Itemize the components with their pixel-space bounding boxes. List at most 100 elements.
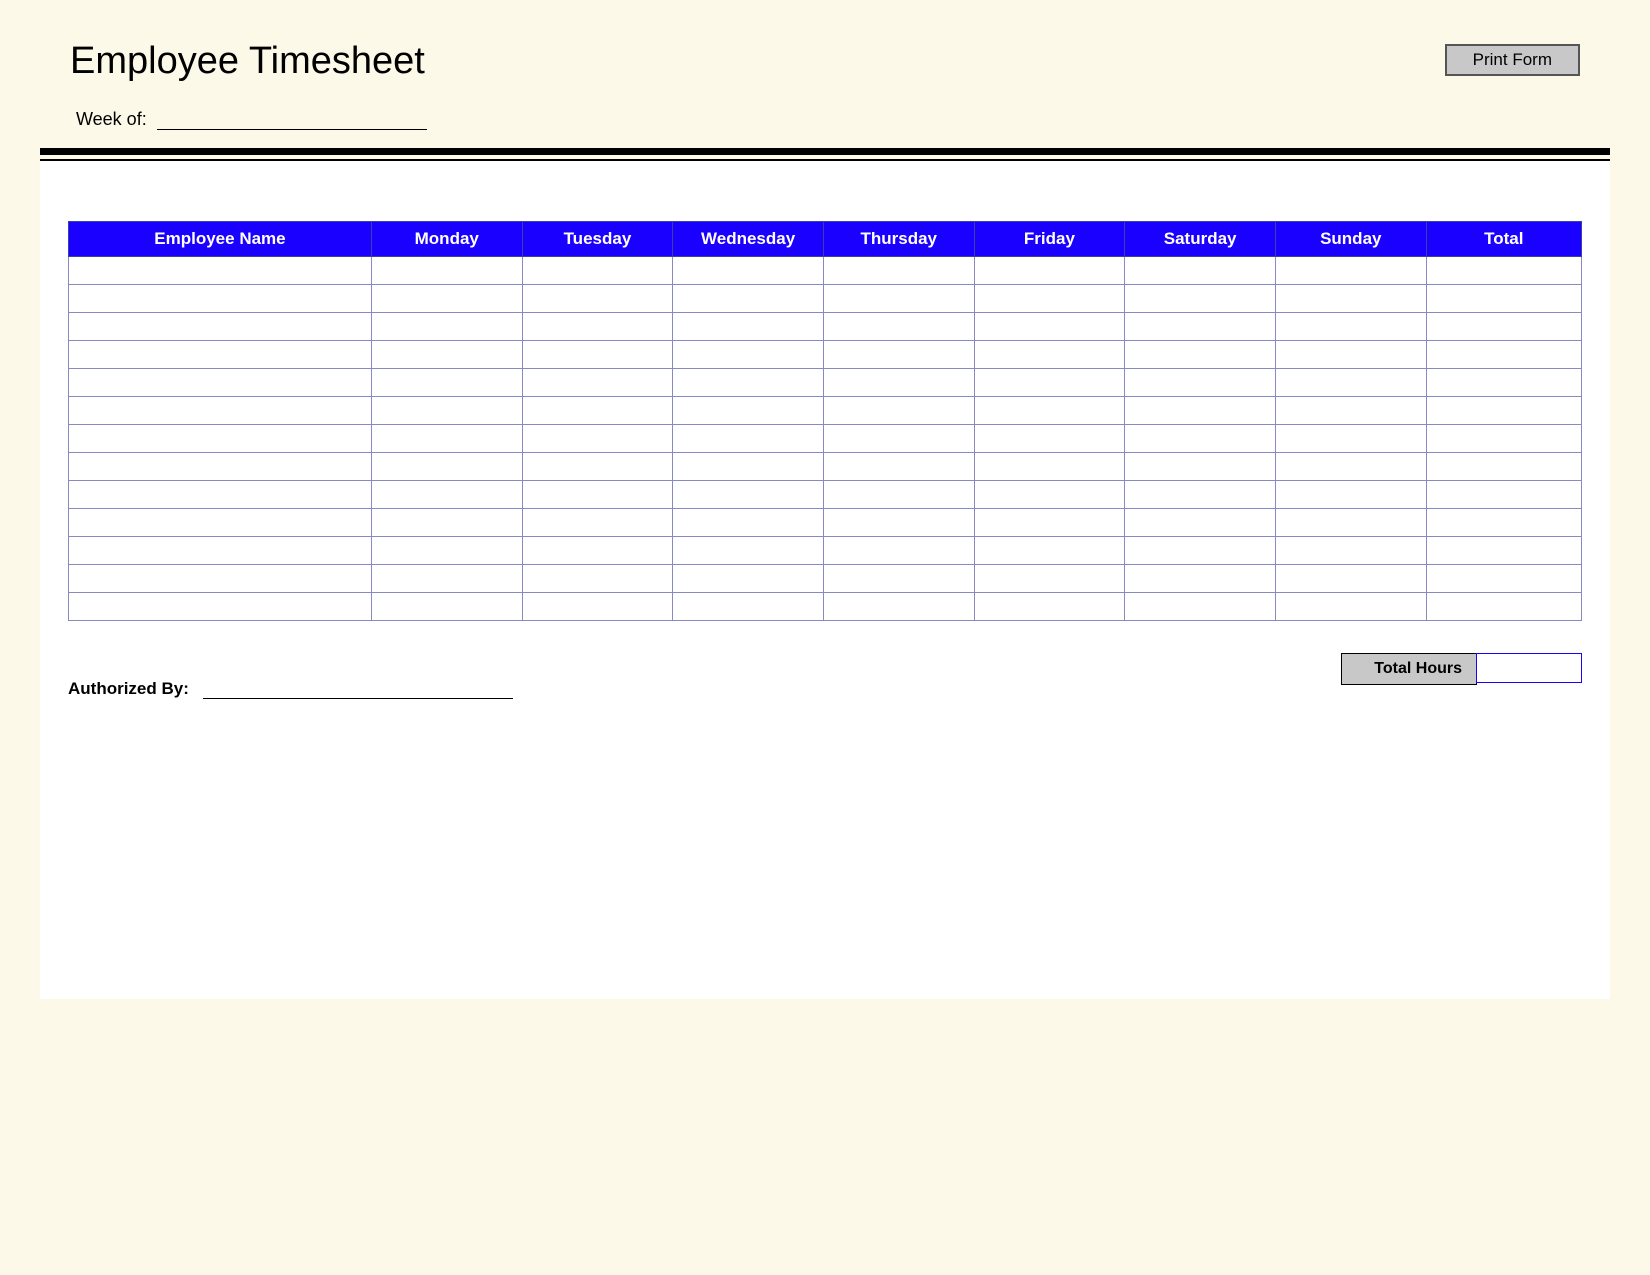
cell-sat[interactable]	[1125, 536, 1276, 564]
cell-mon[interactable]	[371, 256, 522, 284]
cell-tue[interactable]	[522, 536, 673, 564]
cell-tue[interactable]	[522, 368, 673, 396]
week-of-input[interactable]	[157, 110, 427, 130]
cell-total[interactable]	[1426, 592, 1581, 620]
cell-fri[interactable]	[974, 480, 1125, 508]
cell-sat[interactable]	[1125, 312, 1276, 340]
cell-wed[interactable]	[673, 368, 824, 396]
cell-tue[interactable]	[522, 592, 673, 620]
cell-wed[interactable]	[673, 284, 824, 312]
cell-tue[interactable]	[522, 508, 673, 536]
cell-total[interactable]	[1426, 424, 1581, 452]
cell-wed[interactable]	[673, 256, 824, 284]
cell-wed[interactable]	[673, 424, 824, 452]
cell-total[interactable]	[1426, 396, 1581, 424]
cell-total[interactable]	[1426, 312, 1581, 340]
cell-mon[interactable]	[371, 340, 522, 368]
cell-sun[interactable]	[1275, 508, 1426, 536]
cell-thu[interactable]	[823, 508, 974, 536]
cell-sun[interactable]	[1275, 564, 1426, 592]
cell-fri[interactable]	[974, 368, 1125, 396]
cell-wed[interactable]	[673, 340, 824, 368]
cell-thu[interactable]	[823, 480, 974, 508]
cell-sat[interactable]	[1125, 368, 1276, 396]
cell-sun[interactable]	[1275, 396, 1426, 424]
authorized-by-input[interactable]	[203, 679, 513, 699]
cell-wed[interactable]	[673, 508, 824, 536]
cell-sun[interactable]	[1275, 256, 1426, 284]
cell-sat[interactable]	[1125, 256, 1276, 284]
cell-sat[interactable]	[1125, 592, 1276, 620]
cell-thu[interactable]	[823, 592, 974, 620]
cell-mon[interactable]	[371, 480, 522, 508]
cell-total[interactable]	[1426, 508, 1581, 536]
cell-mon[interactable]	[371, 424, 522, 452]
cell-fri[interactable]	[974, 508, 1125, 536]
cell-tue[interactable]	[522, 396, 673, 424]
cell-sun[interactable]	[1275, 368, 1426, 396]
cell-employee[interactable]	[69, 340, 372, 368]
cell-thu[interactable]	[823, 368, 974, 396]
cell-wed[interactable]	[673, 536, 824, 564]
cell-employee[interactable]	[69, 592, 372, 620]
cell-total[interactable]	[1426, 452, 1581, 480]
cell-wed[interactable]	[673, 396, 824, 424]
cell-employee[interactable]	[69, 536, 372, 564]
cell-thu[interactable]	[823, 396, 974, 424]
cell-mon[interactable]	[371, 508, 522, 536]
cell-wed[interactable]	[673, 480, 824, 508]
cell-sat[interactable]	[1125, 424, 1276, 452]
cell-mon[interactable]	[371, 284, 522, 312]
cell-sun[interactable]	[1275, 592, 1426, 620]
cell-thu[interactable]	[823, 564, 974, 592]
cell-fri[interactable]	[974, 564, 1125, 592]
cell-total[interactable]	[1426, 480, 1581, 508]
cell-fri[interactable]	[974, 396, 1125, 424]
cell-sun[interactable]	[1275, 536, 1426, 564]
cell-fri[interactable]	[974, 256, 1125, 284]
cell-total[interactable]	[1426, 340, 1581, 368]
print-button[interactable]: Print Form	[1445, 44, 1580, 76]
cell-fri[interactable]	[974, 592, 1125, 620]
cell-mon[interactable]	[371, 564, 522, 592]
cell-mon[interactable]	[371, 592, 522, 620]
cell-employee[interactable]	[69, 312, 372, 340]
cell-sat[interactable]	[1125, 480, 1276, 508]
cell-sat[interactable]	[1125, 564, 1276, 592]
cell-sun[interactable]	[1275, 452, 1426, 480]
cell-tue[interactable]	[522, 424, 673, 452]
cell-fri[interactable]	[974, 536, 1125, 564]
cell-mon[interactable]	[371, 536, 522, 564]
cell-fri[interactable]	[974, 340, 1125, 368]
cell-tue[interactable]	[522, 312, 673, 340]
cell-thu[interactable]	[823, 256, 974, 284]
cell-thu[interactable]	[823, 312, 974, 340]
cell-wed[interactable]	[673, 312, 824, 340]
cell-employee[interactable]	[69, 564, 372, 592]
cell-thu[interactable]	[823, 536, 974, 564]
cell-thu[interactable]	[823, 340, 974, 368]
cell-sun[interactable]	[1275, 424, 1426, 452]
cell-employee[interactable]	[69, 368, 372, 396]
cell-tue[interactable]	[522, 284, 673, 312]
cell-fri[interactable]	[974, 284, 1125, 312]
cell-employee[interactable]	[69, 480, 372, 508]
cell-sat[interactable]	[1125, 284, 1276, 312]
cell-employee[interactable]	[69, 284, 372, 312]
cell-mon[interactable]	[371, 452, 522, 480]
cell-tue[interactable]	[522, 452, 673, 480]
cell-total[interactable]	[1426, 536, 1581, 564]
cell-employee[interactable]	[69, 256, 372, 284]
cell-employee[interactable]	[69, 396, 372, 424]
cell-thu[interactable]	[823, 452, 974, 480]
cell-employee[interactable]	[69, 424, 372, 452]
cell-sat[interactable]	[1125, 396, 1276, 424]
cell-employee[interactable]	[69, 452, 372, 480]
cell-mon[interactable]	[371, 368, 522, 396]
cell-sun[interactable]	[1275, 284, 1426, 312]
cell-thu[interactable]	[823, 424, 974, 452]
cell-fri[interactable]	[974, 312, 1125, 340]
cell-fri[interactable]	[974, 424, 1125, 452]
cell-tue[interactable]	[522, 256, 673, 284]
cell-total[interactable]	[1426, 368, 1581, 396]
